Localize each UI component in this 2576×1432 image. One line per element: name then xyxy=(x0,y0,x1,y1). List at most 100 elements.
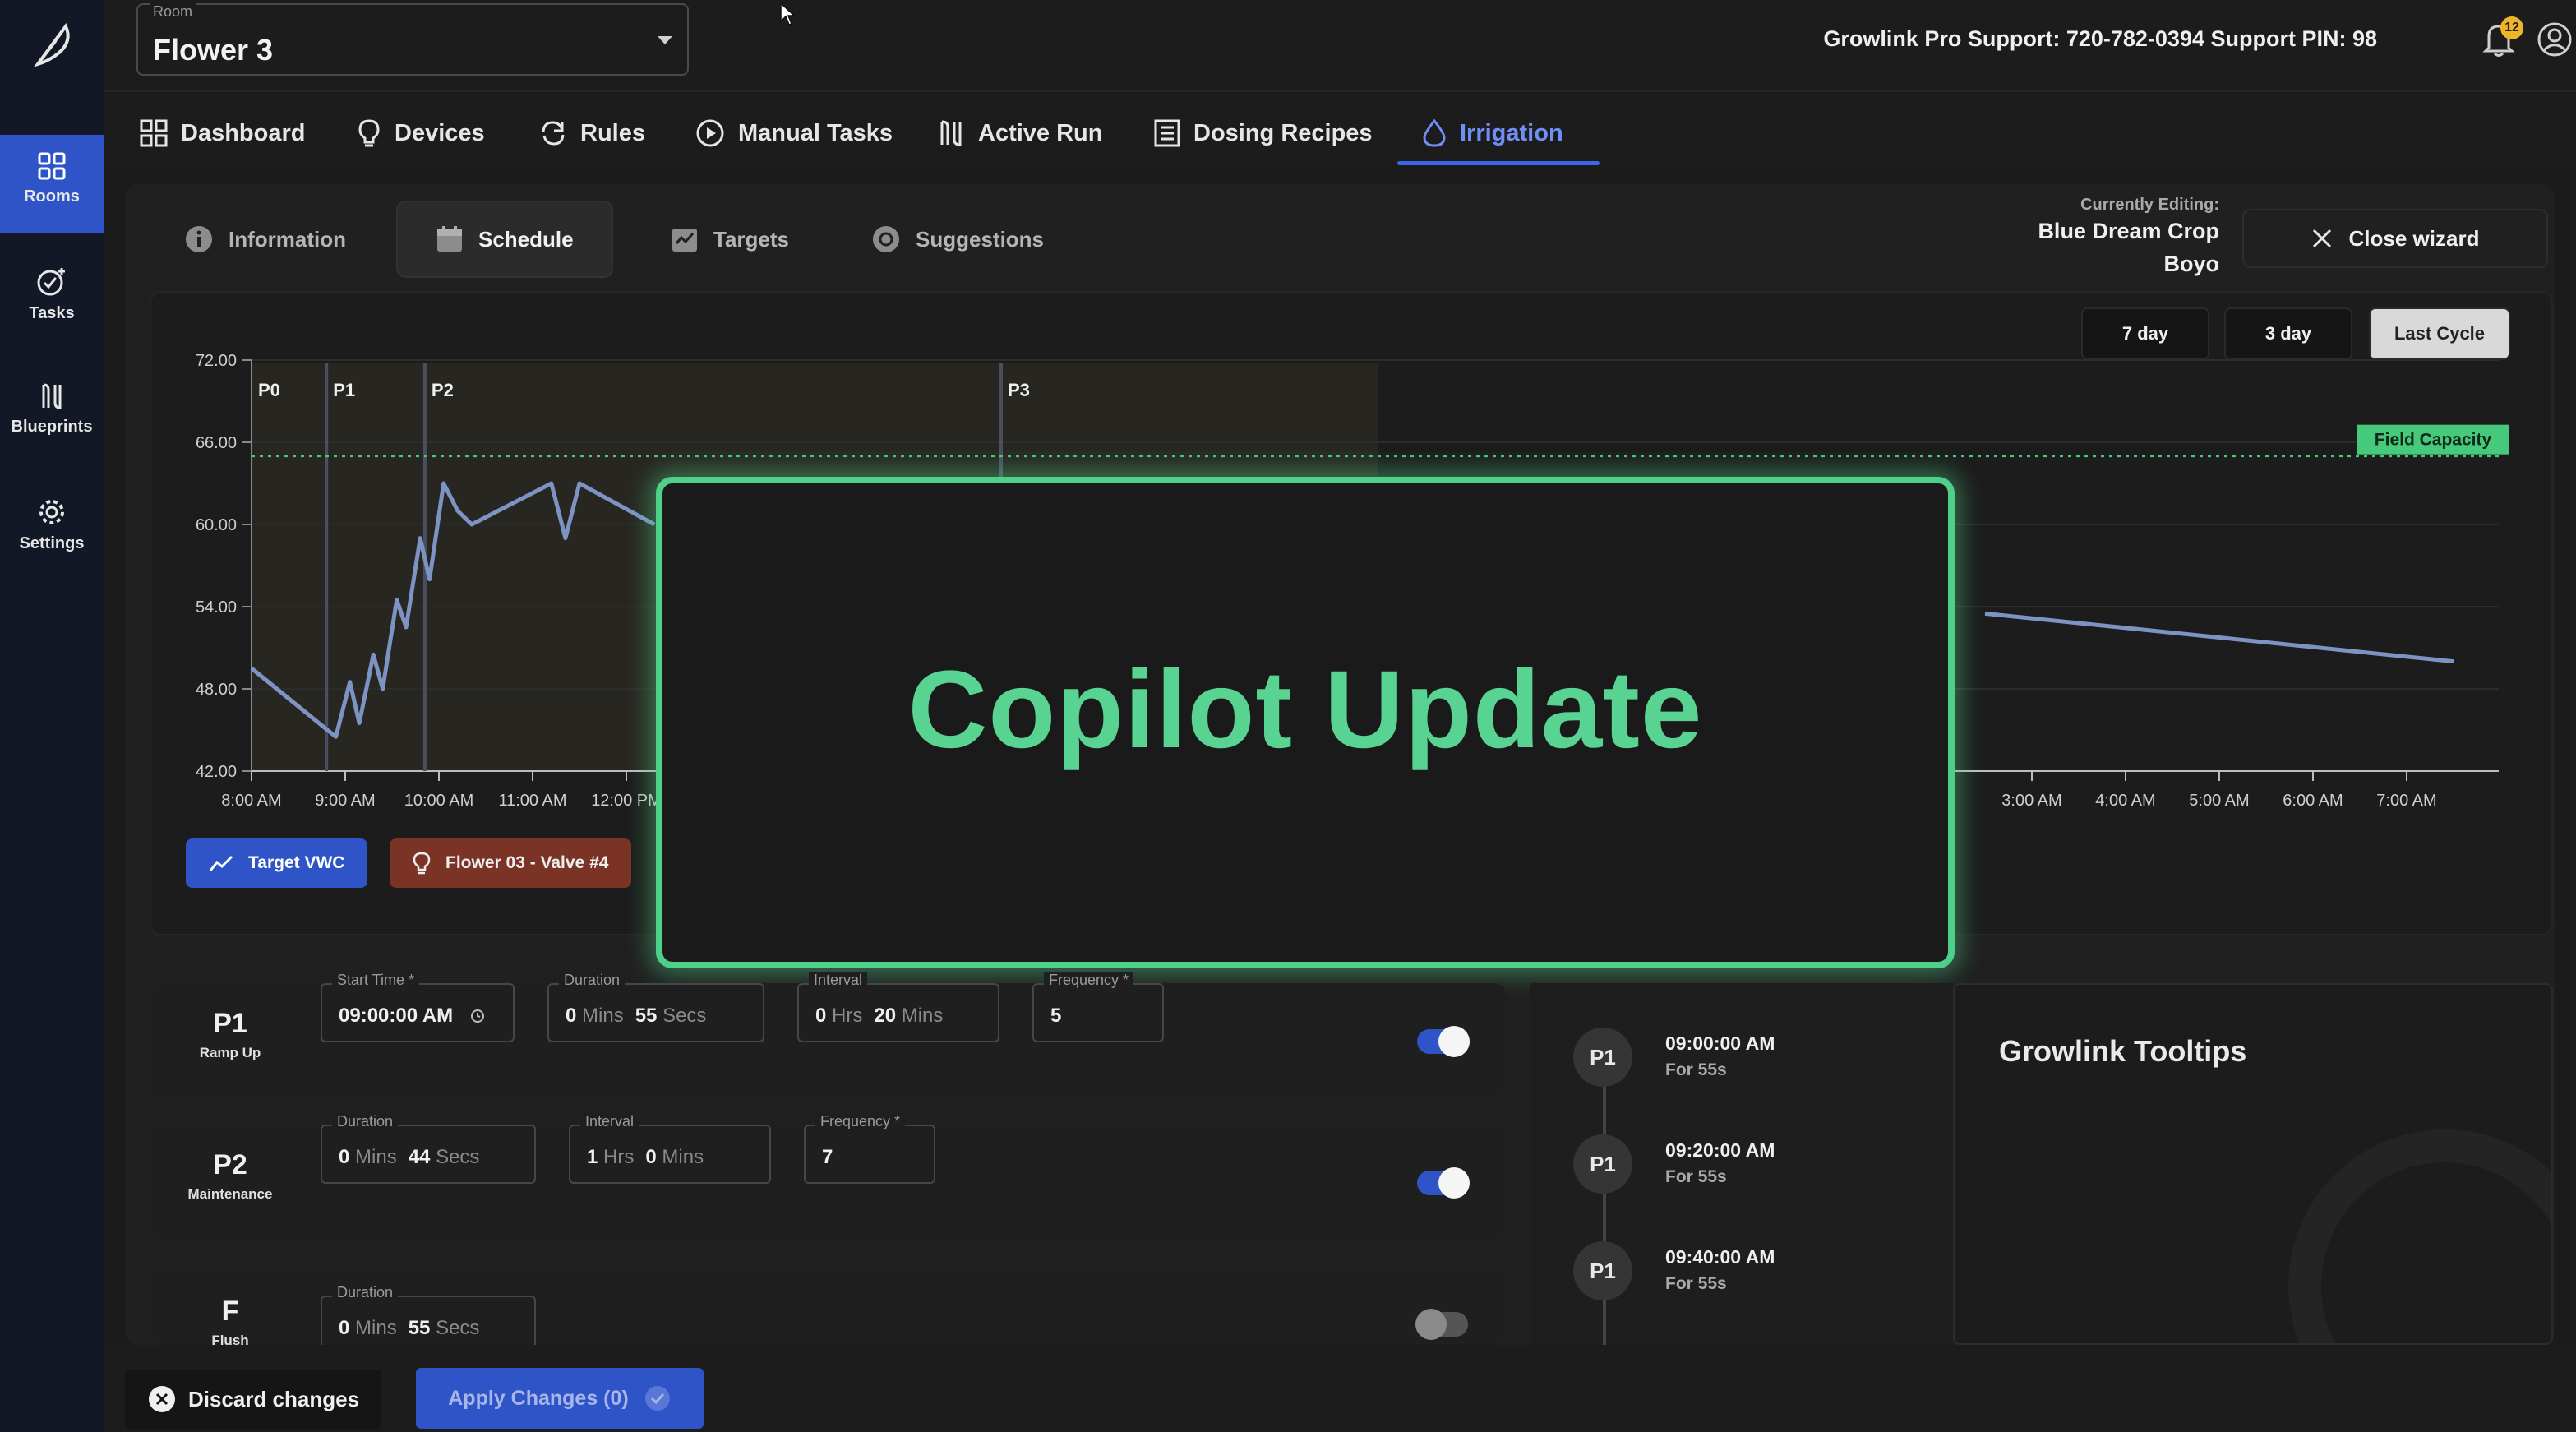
phase-row-p2: P2 Maintenance Duration 0 Mins 44 Secs In… xyxy=(150,1113,1506,1240)
nav-dashboard[interactable]: Dashboard xyxy=(140,109,305,158)
duration-mins: 0 xyxy=(339,1317,350,1339)
user-icon[interactable] xyxy=(2537,21,2573,58)
nav-label: Dashboard xyxy=(181,119,306,146)
phase-label: F Flush xyxy=(150,1296,311,1349)
hrs-unit: Hrs xyxy=(832,1005,863,1027)
duration-mins: 0 xyxy=(566,1005,577,1027)
timeline-duration: For 55s xyxy=(1665,1274,1727,1293)
close-circle-icon xyxy=(148,1386,175,1412)
nav-active-run[interactable]: Active Run xyxy=(937,109,1102,158)
drop-icon xyxy=(1423,118,1446,147)
y-tick-label: 54.00 xyxy=(196,598,237,617)
list-icon xyxy=(1154,119,1180,147)
y-tick-label: 72.00 xyxy=(196,352,237,370)
timeline-duration: For 55s xyxy=(1665,1167,1727,1186)
close-wizard-button[interactable]: Close wizard xyxy=(2242,209,2548,268)
x-tick-label: 8:00 AM xyxy=(221,792,281,810)
phase-label: P1 Ramp Up xyxy=(150,1008,311,1061)
grid-icon xyxy=(38,152,66,180)
duration-secs: 44 xyxy=(408,1146,431,1168)
timeline-phase: P1 xyxy=(1573,1028,1632,1087)
toggle-knob xyxy=(1438,1167,1470,1199)
duration-secs: 55 xyxy=(408,1317,431,1339)
close-wizard-label: Close wizard xyxy=(2348,225,2480,251)
legend-valve[interactable]: Flower 03 - Valve #4 xyxy=(390,838,632,888)
timeline-time: 09:00:00 AM xyxy=(1665,1032,1775,1054)
x-tick-label: 11:00 AM xyxy=(498,792,566,810)
field-label: Duration xyxy=(332,1284,399,1301)
tab-targets[interactable]: Targets xyxy=(633,201,827,278)
rail-label: Tasks xyxy=(29,304,75,322)
secs-unit: Secs xyxy=(436,1146,480,1168)
play-circle-icon xyxy=(696,119,724,147)
y-tick-label: 42.00 xyxy=(196,763,237,781)
discard-changes-button[interactable]: Discard changes xyxy=(125,1370,381,1429)
start-time-field[interactable]: Start Time * 09:00:00 AM xyxy=(321,972,515,1042)
legend-label: Flower 03 - Valve #4 xyxy=(445,853,609,872)
nav-dosing-recipes[interactable]: Dosing Recipes xyxy=(1154,109,1373,158)
mins-unit: Mins xyxy=(901,1005,944,1027)
toggle-knob xyxy=(1438,1026,1470,1057)
apply-changes-button[interactable]: Apply Changes (0) xyxy=(416,1368,704,1429)
rail-item-settings[interactable]: Settings xyxy=(0,480,104,579)
duration-field[interactable]: Duration 0 Mins 55 Secs xyxy=(547,972,764,1042)
mins-unit: Mins xyxy=(355,1146,397,1168)
timeline-time: 09:40:00 AM xyxy=(1665,1246,1775,1268)
duration-mins: 0 xyxy=(339,1146,350,1168)
mouse-cursor-icon xyxy=(780,2,796,25)
phase-name: Maintenance xyxy=(187,1186,273,1202)
nav-irrigation[interactable]: Irrigation xyxy=(1422,109,1563,158)
rail-item-blueprints[interactable]: Blueprints xyxy=(0,365,104,464)
growlink-logo xyxy=(33,23,70,67)
x-tick-label: 12:00 PM xyxy=(591,792,662,810)
interval-mins: 0 xyxy=(645,1146,657,1168)
duration-field[interactable]: Duration 0 Mins 44 Secs xyxy=(321,1113,536,1184)
schedule-timeline: P1 09:00:00 AM For 55s P1 09:20:00 AM Fo… xyxy=(1530,983,1953,1345)
interval-field[interactable]: Interval 1 Hrs 0 Mins xyxy=(569,1113,771,1184)
phase-code: P1 xyxy=(213,1008,247,1039)
phase-toggle[interactable] xyxy=(1417,1026,1470,1057)
hrs-unit: Hrs xyxy=(603,1146,635,1168)
phase-toggle[interactable] xyxy=(1415,1309,1468,1340)
legend-target-vwc[interactable]: Target VWC xyxy=(186,838,368,888)
nav-manual-tasks[interactable]: Manual Tasks xyxy=(695,109,893,158)
support-info: Growlink Pro Support: 720-782-0394 Suppo… xyxy=(1823,26,2377,51)
nav-rules[interactable]: Rules xyxy=(539,109,645,158)
rail-item-rooms[interactable]: Rooms xyxy=(0,135,104,233)
phase-marker-label: P1 xyxy=(333,380,355,400)
rail-label: Settings xyxy=(19,534,85,552)
room-select-value: Flower 3 xyxy=(153,33,274,67)
y-tick-label: 66.00 xyxy=(196,434,237,452)
overlay-title: Copilot Update xyxy=(907,648,1703,771)
timeline-duration: For 55s xyxy=(1665,1060,1727,1079)
main-nav: Dashboard Devices Rules Manual Tasks Act… xyxy=(104,94,2576,166)
nav-label: Manual Tasks xyxy=(738,119,893,146)
phase-toggle[interactable] xyxy=(1417,1167,1470,1199)
room-select[interactable]: Room Flower 3 xyxy=(136,3,689,76)
frequency-field[interactable]: Frequency * 5 xyxy=(1032,972,1164,1042)
rail-item-tasks[interactable]: Tasks xyxy=(0,250,104,349)
tab-schedule[interactable]: Schedule xyxy=(396,201,613,278)
x-tick-label: 4:00 AM xyxy=(2095,792,2155,810)
tab-information[interactable]: Information xyxy=(146,201,384,278)
nav-devices[interactable]: Devices xyxy=(357,109,485,158)
nav-label: Dosing Recipes xyxy=(1193,119,1373,146)
apply-label: Apply Changes (0) xyxy=(448,1386,629,1410)
interval-hrs: 0 xyxy=(815,1005,827,1027)
series-line xyxy=(1984,611,2454,664)
x-tick-label: 9:00 AM xyxy=(315,792,375,810)
x-tick-label: 6:00 AM xyxy=(2283,792,2343,810)
field-label: Start Time * xyxy=(332,972,420,989)
x-tick-label: 7:00 AM xyxy=(2376,792,2436,810)
clock-icon xyxy=(470,1009,484,1023)
x-tick-label: 10:00 AM xyxy=(404,792,474,810)
bulb-icon xyxy=(413,852,431,875)
interval-field[interactable]: Interval 0 Hrs 20 Mins xyxy=(797,972,999,1042)
blueprints-icon xyxy=(42,383,62,409)
tab-suggestions[interactable]: Suggestions xyxy=(833,201,1082,278)
tab-label: Information xyxy=(229,226,346,252)
nav-label: Irrigation xyxy=(1460,119,1563,146)
frequency-field[interactable]: Frequency * 7 xyxy=(804,1113,935,1184)
phase-marker-label: P2 xyxy=(432,380,454,400)
interval-mins: 20 xyxy=(874,1005,897,1027)
